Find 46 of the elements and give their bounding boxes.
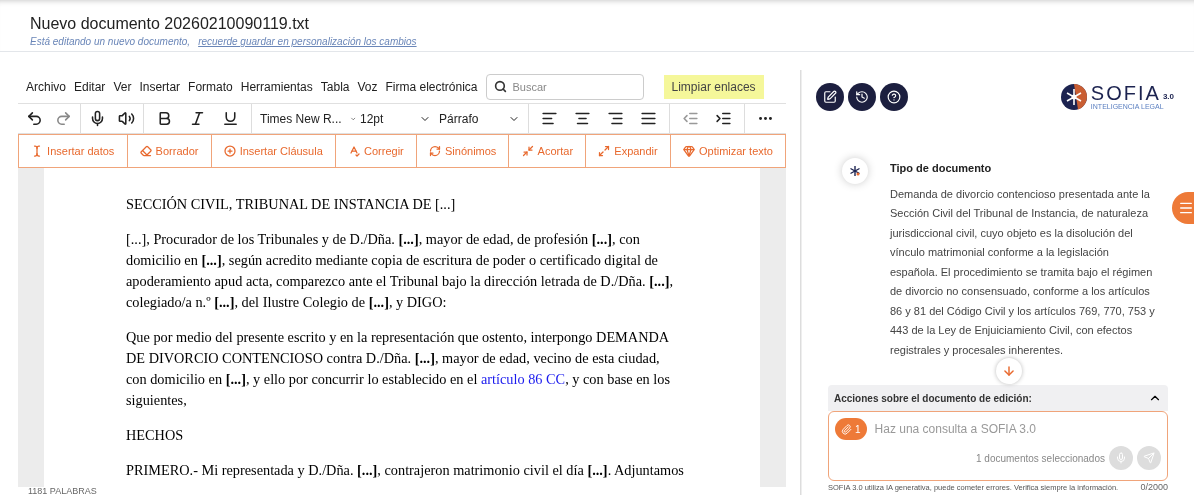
shrink-icon xyxy=(521,145,534,157)
menu-item[interactable]: Firma electrónica xyxy=(381,77,482,96)
editing-notice: Está editando un nuevo documento, xyxy=(30,35,191,49)
document-paragraph: [...], Procurador de los Tribunales y de D./Dña. [...], mayor de edad, de profesión [...], con domicilio en [...], según acredito mediante copia de escritura de poder o certificado digital de apoderamiento apud acta, comparezco ante el Tribunal bajo la dirección letrada de D./Dña. [...], colegiado/a n.º [...], del Ilustre Colegio de [...], y DIGO: xyxy=(126,230,675,312)
document-paragraph: SECCIÓN CIVIL, TRIBUNAL DE INSTANCIA DE [...] xyxy=(126,195,457,214)
document-paragraph: Que por medio del presente escrito y en la representación que ostento, interpongo DEMANDA DE DIVORCIO CONTENCIOSO contra D./Dña. [...], mayor de edad, vecino de esta ciudad, con domicilio en [...], y ello por concurrir lo establecido en el artículo 86 CC, y con base en los siguientes, xyxy=(126,328,671,410)
spellcheck-icon xyxy=(348,145,361,157)
send-icon xyxy=(1143,452,1155,464)
edit-icon[interactable] xyxy=(816,83,844,111)
query-input[interactable]: Haz una consulta a SOFIA 3.0 xyxy=(874,420,1161,438)
help-icon[interactable] xyxy=(880,83,908,111)
size-dropdown[interactable]: 12pt xyxy=(356,109,432,128)
history-icon[interactable] xyxy=(848,83,876,111)
actions-panel-header[interactable]: Acciones sobre el documento de edición: xyxy=(828,385,1168,411)
clear-links-button[interactable]: Limpiar enlaces xyxy=(663,74,764,99)
font-dropdown[interactable]: Times New R... xyxy=(252,109,356,128)
logo-wordmark: SOFIA xyxy=(1090,83,1161,103)
document-title: Nuevo documento 20260210090119.txt xyxy=(30,14,311,34)
search-icon xyxy=(493,79,507,93)
expand-icon xyxy=(598,145,611,157)
card-text: Demanda de divorcio contencioso presentada ante la Sección Civil del Tribunal de Instancia, de naturaleza jurisdiccional civil, cuyo objeto es la disolución del vínculo matrimonial conforme a la legislación española. El procedimiento se tramita bajo el régimen de divorcio no consensuado, conforme a los artículos 86 y 81 del Código Civil y los artículos 769, 770, 753 y 443 de la Ley de Enjuiciamiento Civil, con efectos registrales y procesales inherentes. xyxy=(890,186,1156,358)
document-paragraph: HECHOS xyxy=(126,426,185,445)
menu-item[interactable]: Voz xyxy=(353,77,382,96)
card-title: Tipo de documento xyxy=(890,161,993,176)
query-box[interactable]: 1 Haz una consulta a SOFIA 3.0 1 documentos seleccionados xyxy=(828,411,1168,481)
logo-version: 3.0 xyxy=(1162,91,1174,103)
gem-icon xyxy=(682,145,695,157)
menu-item[interactable]: Editar xyxy=(70,77,110,96)
menu-item[interactable]: Formato xyxy=(184,77,237,96)
selected-docs-count: 1 documentos seleccionados xyxy=(976,451,1105,466)
sofia-logo-icon xyxy=(1060,84,1087,110)
save-reminder-link[interactable]: recuerde guardar en personalización los cambios xyxy=(198,34,417,50)
menu-item[interactable]: Archivo xyxy=(22,77,70,96)
eraser-icon xyxy=(139,145,152,157)
sync-icon xyxy=(429,145,441,157)
menu-item[interactable]: Insertar xyxy=(135,77,185,96)
microphone-icon xyxy=(1115,452,1127,464)
menu-item[interactable]: Herramientas xyxy=(236,77,317,96)
plus-circle-icon xyxy=(223,145,236,157)
menu-item[interactable]: Ver xyxy=(109,77,136,96)
character-counter: 0/2000 xyxy=(1140,481,1168,495)
menu-item[interactable]: Tabla xyxy=(316,77,354,96)
block-format-dropdown[interactable]: Párrafo xyxy=(431,104,529,133)
sparkle-icon xyxy=(842,158,868,184)
word-count: 1181 PALABRAS xyxy=(28,486,97,495)
search-field[interactable]: Buscar xyxy=(485,73,644,100)
